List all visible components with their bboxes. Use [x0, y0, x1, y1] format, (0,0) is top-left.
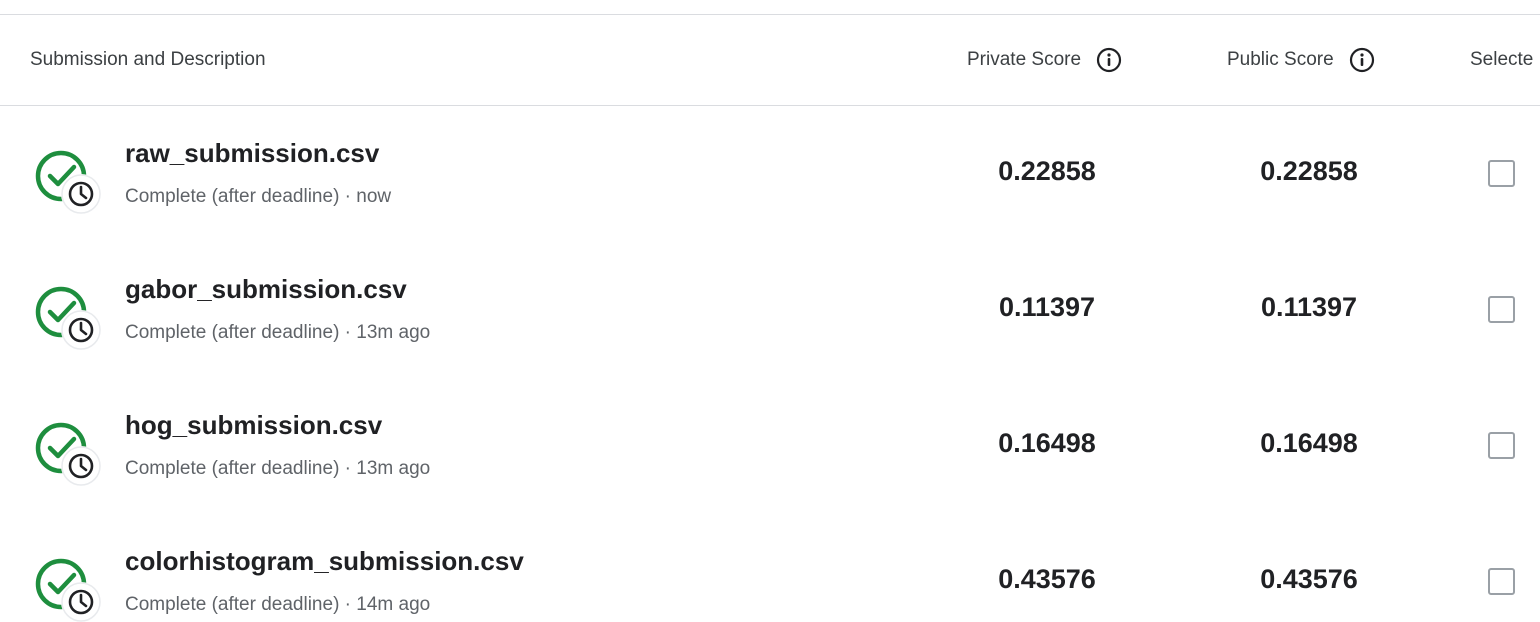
complete-check-with-clock-icon: [33, 556, 103, 622]
private-score: 0.22858: [998, 156, 1096, 186]
complete-check-with-clock-icon: [33, 284, 103, 354]
public-score: 0.11397: [1260, 292, 1358, 322]
submission-file-name[interactable]: gabor_submission.csv: [125, 274, 407, 305]
header-description: Submission and Description: [30, 49, 266, 70]
meta-separator: ·: [339, 594, 357, 615]
submission-status: Complete (after deadline): [125, 594, 340, 615]
submission-time: 14m ago: [356, 594, 431, 615]
submission-meta: Complete (after deadline) · now: [125, 186, 391, 208]
submission-status: Complete (after deadline): [125, 322, 340, 343]
meta-separator: ·: [339, 322, 357, 343]
select-checkbox[interactable]: [1488, 296, 1515, 323]
submission-meta: Complete (after deadline) · 13m ago: [125, 458, 430, 480]
header-private-score-label: Private Score: [967, 49, 1082, 70]
table-header: Submission and Description Private Score…: [0, 15, 1540, 106]
header-public-score-label: Public Score: [1227, 49, 1334, 70]
submission-status: Complete (after deadline): [125, 458, 340, 479]
select-checkbox[interactable]: [1488, 432, 1515, 459]
private-score: 0.11397: [998, 292, 1096, 322]
public-score: 0.43576: [1260, 564, 1358, 594]
submission-file-name[interactable]: colorhistogram_submission.csv: [125, 546, 524, 577]
submission-file-name[interactable]: raw_submission.csv: [125, 138, 379, 169]
public-score: 0.22858: [1260, 156, 1358, 186]
submission-file-name[interactable]: hog_submission.csv: [125, 410, 382, 441]
private-score-info-icon[interactable]: [1096, 47, 1122, 73]
submission-time: 13m ago: [356, 458, 431, 479]
submission-time: now: [356, 186, 392, 207]
submission-time: 13m ago: [356, 322, 431, 343]
submission-meta: Complete (after deadline) · 13m ago: [125, 322, 430, 344]
public-score: 0.16498: [1260, 428, 1358, 458]
submission-row: gabor_submission.csv Complete (after dea…: [0, 242, 1540, 378]
complete-check-with-clock-icon: [33, 148, 103, 218]
submission-row: raw_submission.csv Complete (after deadl…: [0, 106, 1540, 242]
select-checkbox[interactable]: [1488, 568, 1515, 595]
meta-separator: ·: [339, 458, 357, 479]
submission-meta: Complete (after deadline) · 14m ago: [125, 594, 430, 616]
submission-status: Complete (after deadline): [125, 186, 340, 207]
public-score-info-icon[interactable]: [1349, 47, 1375, 73]
submission-row: hog_submission.csv Complete (after deadl…: [0, 378, 1540, 514]
header-selected: Selecte: [1470, 49, 1534, 70]
meta-separator: ·: [339, 186, 357, 207]
select-checkbox[interactable]: [1488, 160, 1515, 187]
submission-row: colorhistogram_submission.csv Complete (…: [0, 514, 1540, 622]
header-private-score: Private Score: [967, 15, 1122, 105]
complete-check-with-clock-icon: [33, 420, 103, 490]
private-score: 0.16498: [998, 428, 1096, 458]
submissions-page: Submission and Description Private Score…: [0, 0, 1540, 622]
private-score: 0.43576: [998, 564, 1096, 594]
header-public-score: Public Score: [1227, 15, 1375, 105]
